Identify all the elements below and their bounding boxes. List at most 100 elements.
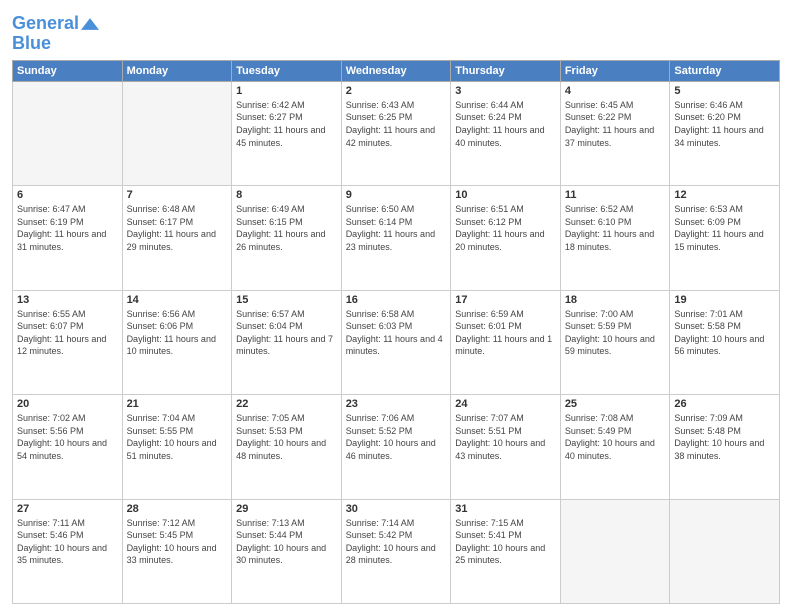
day-info: Sunrise: 7:05 AM Sunset: 5:53 PM Dayligh…: [236, 412, 337, 462]
calendar-cell: 28 Sunrise: 7:12 AM Sunset: 5:45 PM Dayli…: [122, 499, 232, 603]
header: General Blue: [12, 10, 780, 54]
logo: General Blue: [12, 10, 99, 54]
day-info: Sunrise: 7:06 AM Sunset: 5:52 PM Dayligh…: [346, 412, 447, 462]
weekday-header-tuesday: Tuesday: [232, 60, 342, 81]
calendar-cell: 26Sunrise: 7:09 AM Sunset: 5:48 PM Dayli…: [670, 395, 780, 499]
calendar-cell: 15 Sunrise: 6:57 AM Sunset: 6:04 PM Dayli…: [232, 290, 342, 394]
day-number: 20: [17, 398, 118, 410]
week-row-4: 20 Sunrise: 7:02 AM Sunset: 5:56 PM Dayli…: [13, 395, 780, 499]
day-number: 9: [346, 189, 447, 201]
day-number: 13: [17, 294, 118, 306]
day-number: 4: [565, 85, 666, 97]
day-info: Sunrise: 6:50 AM Sunset: 6:14 PM Dayligh…: [346, 203, 447, 253]
week-row-1: 1 Sunrise: 6:42 AM Sunset: 6:27 PM Daylig…: [13, 81, 780, 185]
weekday-header-row: SundayMondayTuesdayWednesdayThursdayFrid…: [13, 60, 780, 81]
day-number: 31: [455, 503, 556, 515]
day-info: Sunrise: 7:14 AM Sunset: 5:42 PM Dayligh…: [346, 517, 447, 567]
day-number: 3: [455, 85, 556, 97]
day-number: 24: [455, 398, 556, 410]
day-number: 12: [674, 189, 775, 201]
day-info: Sunrise: 7:11 AM Sunset: 5:46 PM Dayligh…: [17, 517, 118, 567]
day-info: Sunrise: 6:45 AM Sunset: 6:22 PM Dayligh…: [565, 99, 666, 149]
day-info: Sunrise: 7:08 AM Sunset: 5:49 PM Dayligh…: [565, 412, 666, 462]
day-info: Sunrise: 6:46 AM Sunset: 6:20 PM Dayligh…: [674, 99, 775, 149]
calendar-table: SundayMondayTuesdayWednesdayThursdayFrid…: [12, 60, 780, 604]
day-number: 22: [236, 398, 337, 410]
day-number: 14: [127, 294, 228, 306]
calendar-cell: [670, 499, 780, 603]
calendar-cell: [13, 81, 123, 185]
day-number: 5: [674, 85, 775, 97]
day-number: 16: [346, 294, 447, 306]
day-info: Sunrise: 7:13 AM Sunset: 5:44 PM Dayligh…: [236, 517, 337, 567]
calendar-cell: 4 Sunrise: 6:45 AM Sunset: 6:22 PM Daylig…: [560, 81, 670, 185]
day-info: Sunrise: 6:43 AM Sunset: 6:25 PM Dayligh…: [346, 99, 447, 149]
day-info: Sunrise: 7:04 AM Sunset: 5:55 PM Dayligh…: [127, 412, 228, 462]
day-number: 28: [127, 503, 228, 515]
calendar-cell: 10Sunrise: 6:51 AM Sunset: 6:12 PM Dayli…: [451, 186, 561, 290]
weekday-header-friday: Friday: [560, 60, 670, 81]
day-info: Sunrise: 6:58 AM Sunset: 6:03 PM Dayligh…: [346, 308, 447, 358]
day-number: 7: [127, 189, 228, 201]
day-number: 6: [17, 189, 118, 201]
logo-text-blue: Blue: [12, 33, 51, 53]
logo-icon: [81, 18, 99, 30]
day-number: 2: [346, 85, 447, 97]
day-info: Sunrise: 7:12 AM Sunset: 5:45 PM Dayligh…: [127, 517, 228, 567]
day-number: 15: [236, 294, 337, 306]
calendar-cell: 1 Sunrise: 6:42 AM Sunset: 6:27 PM Daylig…: [232, 81, 342, 185]
day-info: Sunrise: 7:07 AM Sunset: 5:51 PM Dayligh…: [455, 412, 556, 462]
day-number: 27: [17, 503, 118, 515]
calendar-cell: 13 Sunrise: 6:55 AM Sunset: 6:07 PM Dayli…: [13, 290, 123, 394]
calendar-cell: [560, 499, 670, 603]
day-number: 19: [674, 294, 775, 306]
calendar-cell: 24 Sunrise: 7:07 AM Sunset: 5:51 PM Dayli…: [451, 395, 561, 499]
calendar-cell: [122, 81, 232, 185]
calendar-cell: 30 Sunrise: 7:14 AM Sunset: 5:42 PM Dayli…: [341, 499, 451, 603]
weekday-header-sunday: Sunday: [13, 60, 123, 81]
day-info: Sunrise: 7:02 AM Sunset: 5:56 PM Dayligh…: [17, 412, 118, 462]
week-row-5: 27 Sunrise: 7:11 AM Sunset: 5:46 PM Dayli…: [13, 499, 780, 603]
day-info: Sunrise: 6:42 AM Sunset: 6:27 PM Dayligh…: [236, 99, 337, 149]
calendar-cell: 5 Sunrise: 6:46 AM Sunset: 6:20 PM Daylig…: [670, 81, 780, 185]
calendar-cell: 16 Sunrise: 6:58 AM Sunset: 6:03 PM Dayli…: [341, 290, 451, 394]
day-info: Sunrise: 6:48 AM Sunset: 6:17 PM Dayligh…: [127, 203, 228, 253]
calendar-cell: 9 Sunrise: 6:50 AM Sunset: 6:14 PM Daylig…: [341, 186, 451, 290]
day-info: Sunrise: 6:57 AM Sunset: 6:04 PM Dayligh…: [236, 308, 337, 358]
day-info: Sunrise: 6:59 AM Sunset: 6:01 PM Dayligh…: [455, 308, 556, 358]
calendar-cell: 25 Sunrise: 7:08 AM Sunset: 5:49 PM Dayli…: [560, 395, 670, 499]
day-info: Sunrise: 6:47 AM Sunset: 6:19 PM Dayligh…: [17, 203, 118, 253]
calendar-cell: 21 Sunrise: 7:04 AM Sunset: 5:55 PM Dayli…: [122, 395, 232, 499]
day-number: 25: [565, 398, 666, 410]
weekday-header-wednesday: Wednesday: [341, 60, 451, 81]
calendar-cell: 11 Sunrise: 6:52 AM Sunset: 6:10 PM Dayli…: [560, 186, 670, 290]
day-number: 8: [236, 189, 337, 201]
calendar-cell: 19 Sunrise: 7:01 AM Sunset: 5:58 PM Dayli…: [670, 290, 780, 394]
calendar-cell: 23Sunrise: 7:06 AM Sunset: 5:52 PM Dayli…: [341, 395, 451, 499]
calendar-cell: 20 Sunrise: 7:02 AM Sunset: 5:56 PM Dayli…: [13, 395, 123, 499]
week-row-2: 6 Sunrise: 6:47 AM Sunset: 6:19 PM Daylig…: [13, 186, 780, 290]
calendar-cell: 29Sunrise: 7:13 AM Sunset: 5:44 PM Dayli…: [232, 499, 342, 603]
day-info: Sunrise: 6:55 AM Sunset: 6:07 PM Dayligh…: [17, 308, 118, 358]
logo-text: General: [12, 14, 79, 34]
day-number: 30: [346, 503, 447, 515]
day-info: Sunrise: 6:44 AM Sunset: 6:24 PM Dayligh…: [455, 99, 556, 149]
day-info: Sunrise: 7:09 AM Sunset: 5:48 PM Dayligh…: [674, 412, 775, 462]
calendar-cell: 2 Sunrise: 6:43 AM Sunset: 6:25 PM Daylig…: [341, 81, 451, 185]
weekday-header-thursday: Thursday: [451, 60, 561, 81]
day-number: 11: [565, 189, 666, 201]
calendar-cell: 6 Sunrise: 6:47 AM Sunset: 6:19 PM Daylig…: [13, 186, 123, 290]
day-info: Sunrise: 6:52 AM Sunset: 6:10 PM Dayligh…: [565, 203, 666, 253]
calendar-cell: 17Sunrise: 6:59 AM Sunset: 6:01 PM Dayli…: [451, 290, 561, 394]
calendar-cell: 3 Sunrise: 6:44 AM Sunset: 6:24 PM Daylig…: [451, 81, 561, 185]
calendar-cell: 27 Sunrise: 7:11 AM Sunset: 5:46 PM Dayli…: [13, 499, 123, 603]
week-row-3: 13 Sunrise: 6:55 AM Sunset: 6:07 PM Dayli…: [13, 290, 780, 394]
calendar-cell: 12Sunrise: 6:53 AM Sunset: 6:09 PM Dayli…: [670, 186, 780, 290]
day-number: 21: [127, 398, 228, 410]
day-info: Sunrise: 7:01 AM Sunset: 5:58 PM Dayligh…: [674, 308, 775, 358]
calendar-cell: 18Sunrise: 7:00 AM Sunset: 5:59 PM Dayli…: [560, 290, 670, 394]
weekday-header-saturday: Saturday: [670, 60, 780, 81]
day-number: 1: [236, 85, 337, 97]
weekday-header-monday: Monday: [122, 60, 232, 81]
day-number: 10: [455, 189, 556, 201]
